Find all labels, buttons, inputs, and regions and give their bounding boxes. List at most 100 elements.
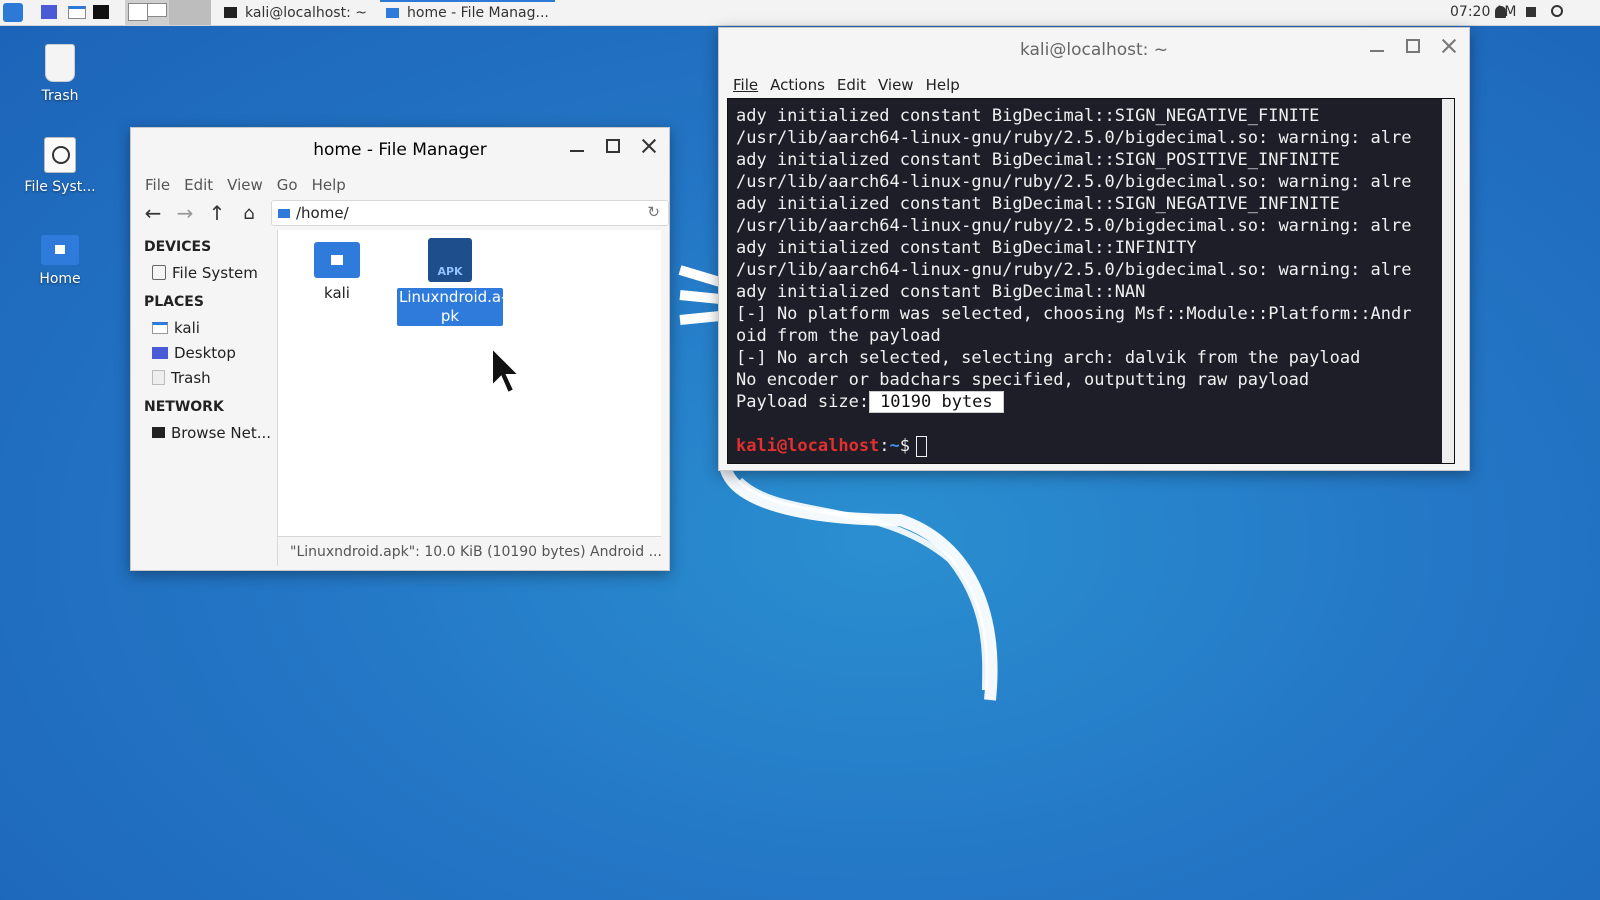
terminal-line: /usr/lib/aarch64-linux-gnu/ruby/2.5.0/bi… (736, 216, 1412, 236)
network-icon (152, 427, 165, 438)
workspace-switcher[interactable] (125, 0, 211, 25)
location-path: /home/ (296, 204, 349, 222)
home-folder-icon (41, 235, 79, 265)
terminal-icon (224, 7, 237, 18)
trash-icon (45, 44, 75, 82)
prompt-line: kali@localhost:~$ (736, 435, 1446, 457)
terminal-line: [-] No platform was selected, choosing M… (736, 304, 1412, 324)
desktop-icon-trash[interactable]: Trash (10, 44, 110, 104)
mouse-pointer-icon (491, 346, 522, 395)
arrow-up-icon: ↑ (208, 201, 226, 225)
sidebar-item-file-system[interactable]: File System (131, 260, 277, 285)
close-button[interactable] (641, 138, 657, 154)
terminal-scrollbar[interactable] (1442, 99, 1454, 463)
up-button[interactable]: ↑ (207, 201, 227, 225)
file-view[interactable]: kali APK Linuxndroid.a- pk (278, 230, 661, 536)
terminal-titlebar[interactable]: kali@localhost: ~ (719, 28, 1469, 72)
maximize-button[interactable] (605, 138, 621, 154)
drive-icon (44, 137, 76, 173)
menu-go[interactable]: Go (277, 176, 298, 194)
sidebar-item-browse-network[interactable]: Browse Net... (131, 420, 277, 445)
file-item-kali[interactable]: kali (284, 242, 390, 303)
show-desktop-icon[interactable] (41, 5, 57, 19)
terminal-line: No encoder or badchars specified, output… (736, 370, 1310, 390)
terminal-line: [-] No arch selected, selecting arch: da… (736, 348, 1361, 368)
file-manager-menubar: File Edit View Go Help (131, 172, 669, 198)
arrow-left-icon: ← (144, 201, 162, 225)
home-folder-icon (152, 321, 168, 334)
sidebar-header-devices: DEVICES (144, 239, 212, 255)
terminal-window: kali@localhost: ~ File Actions Edit View… (718, 27, 1470, 471)
file-manager-toolbar: ← → ↑ ⌂ /home/ ↻ (131, 198, 669, 228)
terminal-line: /usr/lib/aarch64-linux-gnu/ruby/2.5.0/bi… (736, 128, 1412, 148)
menu-view[interactable]: View (878, 76, 914, 94)
sidebar-item-kali[interactable]: kali (131, 315, 277, 340)
menu-edit[interactable]: Edit (837, 76, 866, 94)
menu-actions[interactable]: Actions (770, 76, 825, 94)
file-manager-titlebar[interactable]: home - File Manager (131, 128, 669, 172)
minimize-button[interactable] (1369, 38, 1385, 54)
drive-icon (152, 265, 166, 280)
taskbar-item-file-manager[interactable]: home - File Manag... (380, 0, 555, 25)
desktop-icon (152, 346, 168, 359)
top-panel: kali@localhost: ~ home - File Manag... 0… (0, 0, 1600, 26)
desktop-icon-file-system[interactable]: File Syst... (10, 137, 110, 195)
clock[interactable]: 07:20 AM (1450, 4, 1516, 20)
status-bar: "Linuxndroid.apk": 10.0 KiB (10190 bytes… (278, 536, 661, 566)
text-cursor (916, 435, 928, 457)
terminal-line: ady initialized constant BigDecimal::NAN (736, 282, 1146, 302)
home-icon: ⌂ (243, 202, 255, 224)
lock-icon[interactable] (1526, 7, 1536, 17)
prompt-user: kali@localhost (736, 436, 880, 456)
terminal-output[interactable]: ady initialized constant BigDecimal::SIG… (727, 98, 1455, 464)
apk-file-icon: APK (428, 238, 472, 282)
file-item-linuxndroid-apk[interactable]: APK Linuxndroid.a- pk (397, 238, 507, 326)
arrow-right-icon: → (176, 201, 194, 225)
payload-size-highlight: 10190 bytes (869, 391, 1004, 413)
back-button[interactable]: ← (143, 201, 163, 225)
sidebar-header-network: NETWORK (144, 399, 224, 415)
sidebar: DEVICES File System PLACES kali Desktop … (131, 230, 278, 566)
reload-icon[interactable]: ↻ (647, 203, 660, 221)
terminal-text: ady initialized constant BigDecimal::SIG… (728, 99, 1454, 457)
payload-size-line: Payload size: 10190 bytes (736, 391, 1446, 413)
file-manager-window: home - File Manager File Edit View Go He… (130, 127, 670, 571)
folder-icon (386, 7, 399, 18)
location-bar[interactable]: /home/ ↻ (271, 200, 669, 226)
sidebar-item-desktop[interactable]: Desktop (131, 340, 277, 365)
desktop-icon-home[interactable]: Home (10, 235, 110, 287)
terminal-line: ady initialized constant BigDecimal::SIG… (736, 150, 1340, 170)
sidebar-header-places: PLACES (144, 294, 204, 310)
power-icon[interactable] (1551, 5, 1563, 17)
sidebar-item-trash[interactable]: Trash (131, 365, 277, 390)
terminal-menubar: File Actions Edit View Help (719, 72, 1469, 98)
minimize-button[interactable] (569, 138, 585, 154)
terminal-line: ady initialized constant BigDecimal::INF… (736, 238, 1197, 258)
menu-edit[interactable]: Edit (184, 176, 213, 194)
folder-icon (278, 208, 290, 218)
menu-file[interactable]: File (145, 176, 170, 194)
file-manager-launcher-icon[interactable] (68, 6, 86, 19)
terminal-launcher-icon[interactable] (93, 5, 109, 19)
terminal-line: ady initialized constant BigDecimal::SIG… (736, 106, 1320, 126)
menu-help[interactable]: Help (312, 176, 346, 194)
notification-bell-icon[interactable] (1495, 6, 1506, 18)
kali-menu-icon[interactable] (3, 3, 23, 22)
terminal-line: oid from the payload (736, 326, 941, 346)
terminal-line: /usr/lib/aarch64-linux-gnu/ruby/2.5.0/bi… (736, 172, 1412, 192)
forward-button[interactable]: → (175, 201, 195, 225)
menu-help[interactable]: Help (926, 76, 960, 94)
prompt-path: ~ (889, 436, 900, 456)
taskbar-item-terminal[interactable]: kali@localhost: ~ (218, 0, 373, 25)
maximize-button[interactable] (1405, 38, 1421, 54)
terminal-line: ady initialized constant BigDecimal::SIG… (736, 194, 1340, 214)
window-title: kali@localhost: ~ (1019, 40, 1169, 60)
window-title: home - File Manager (313, 140, 487, 160)
home-folder-icon (314, 242, 360, 278)
trash-icon (152, 370, 165, 385)
menu-file[interactable]: File (733, 76, 758, 94)
home-button[interactable]: ⌂ (239, 202, 259, 224)
close-button[interactable] (1441, 38, 1457, 54)
terminal-line: /usr/lib/aarch64-linux-gnu/ruby/2.5.0/bi… (736, 260, 1412, 280)
menu-view[interactable]: View (227, 176, 263, 194)
